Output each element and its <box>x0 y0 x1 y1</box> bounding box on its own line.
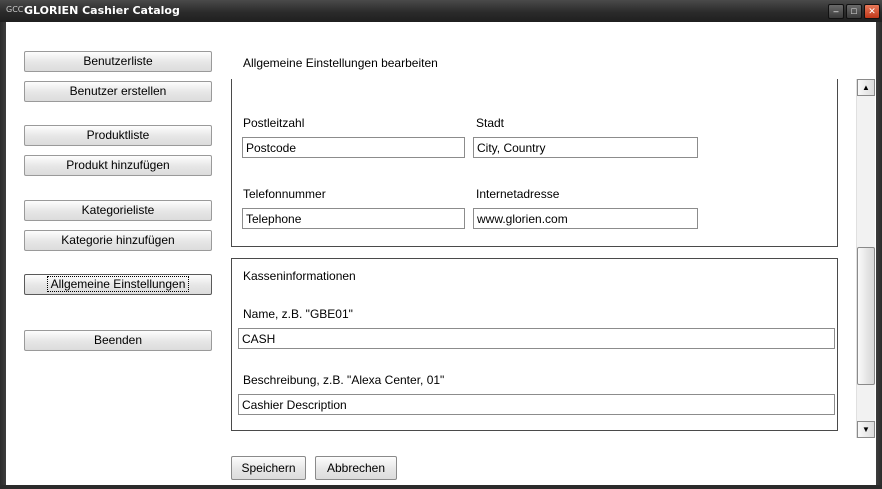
cashier-section-title: Kasseninformationen <box>243 269 356 283</box>
cancel-button[interactable]: Abbrechen <box>315 456 397 480</box>
scroll-thumb[interactable] <box>857 247 875 385</box>
scroll-down-icon[interactable]: ▼ <box>857 421 875 438</box>
general-settings-button[interactable]: Allgemeine Einstellungen <box>24 274 212 295</box>
close-icon[interactable]: ✕ <box>864 4 880 19</box>
postcode-label: Postleitzahl <box>243 116 305 130</box>
cashier-info-panel: Kasseninformationen Name, z.B. "GBE01" C… <box>231 258 838 431</box>
page-title: Allgemeine Einstellungen bearbeiten <box>243 56 438 70</box>
title-bar: GCC GLORIEN Cashier Catalog – □ ✕ <box>0 0 882 22</box>
window-frame-left <box>0 22 6 489</box>
cashier-name-label: Name, z.B. "GBE01" <box>243 307 353 321</box>
maximize-icon[interactable]: □ <box>846 4 862 19</box>
cashier-description-input[interactable]: Cashier Description <box>238 394 835 415</box>
address-panel: Postleitzahl Postcode Stadt City, Countr… <box>231 79 838 247</box>
category-list-button[interactable]: Kategorieliste <box>24 200 212 221</box>
website-label: Internetadresse <box>476 187 560 201</box>
scroll-up-icon[interactable]: ▲ <box>857 79 875 96</box>
vertical-scrollbar[interactable]: ▲ ▼ <box>856 79 875 438</box>
window-title: GLORIEN Cashier Catalog <box>24 4 180 17</box>
postcode-input[interactable]: Postcode <box>242 137 465 158</box>
add-category-button[interactable]: Kategorie hinzufügen <box>24 230 212 251</box>
create-user-button[interactable]: Benutzer erstellen <box>24 81 212 102</box>
window-frame-right <box>876 22 882 489</box>
user-list-button[interactable]: Benutzerliste <box>24 51 212 72</box>
phone-input[interactable]: Telephone <box>242 208 465 229</box>
city-label: Stadt <box>476 116 505 130</box>
city-input[interactable]: City, Country <box>473 137 698 158</box>
website-input[interactable]: www.glorien.com <box>473 208 698 229</box>
cashier-description-label: Beschreibung, z.B. "Alexa Center, 01" <box>243 373 445 387</box>
save-button[interactable]: Speichern <box>231 456 306 480</box>
cashier-name-input[interactable]: CASH <box>238 328 835 349</box>
product-list-button[interactable]: Produktliste <box>24 125 212 146</box>
app-icon: GCC <box>6 5 24 14</box>
phone-label: Telefonnummer <box>243 187 326 201</box>
add-product-button[interactable]: Produkt hinzufügen <box>24 155 212 176</box>
exit-button[interactable]: Beenden <box>24 330 212 351</box>
minimize-icon[interactable]: – <box>828 4 844 19</box>
settings-scroll-area: Postleitzahl Postcode Stadt City, Countr… <box>231 79 856 438</box>
window-frame-bottom <box>0 485 882 489</box>
general-settings-label: Allgemeine Einstellungen <box>46 276 190 292</box>
